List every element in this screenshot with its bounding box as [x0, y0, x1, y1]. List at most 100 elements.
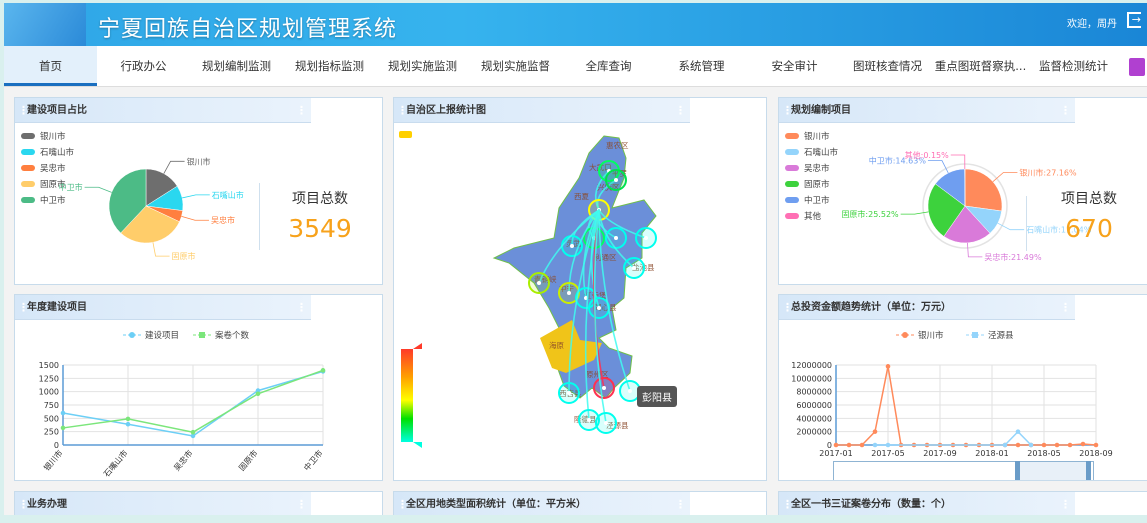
data-point: [1054, 442, 1060, 448]
x-tick-label: 2018-09: [1079, 449, 1112, 458]
logout-icon[interactable]: →: [1127, 12, 1141, 28]
pie-label-line: [152, 242, 170, 257]
app-title: 宁夏回族自治区规划管理系统: [98, 17, 398, 42]
x-tick-label: 中卫市: [301, 448, 324, 473]
pie-label: 其他:0.15%: [905, 150, 950, 160]
welcome-text: 欢迎，周丹: [1067, 19, 1117, 30]
pie-label: 吴忠市: [211, 215, 235, 225]
legend-label: 泾源县: [988, 331, 1014, 341]
data-point: [1067, 442, 1073, 448]
total-value: 670: [1065, 214, 1113, 243]
nav-item[interactable]: 规划指标监测: [283, 46, 376, 86]
legend-label: 案卷个数: [215, 330, 250, 341]
total-label: 项目总数: [1061, 191, 1117, 207]
data-point: [846, 442, 852, 448]
pie-label-line: [950, 154, 966, 170]
datazoom-handle-right[interactable]: [1086, 461, 1091, 480]
legend-marker: [972, 332, 978, 338]
pie-label: 银川市:27.16%: [1019, 167, 1077, 177]
nav-item[interactable]: 全库查询: [562, 46, 655, 86]
data-point: [1015, 429, 1021, 434]
visual-map-handle-top[interactable]: [413, 343, 422, 349]
map-place-label: 惠农区: [606, 140, 629, 150]
pie-label: 中卫市: [59, 182, 83, 192]
data-point: [60, 425, 66, 431]
y-tick-label: 10000000: [791, 374, 832, 383]
marker-center: [602, 386, 606, 390]
y-tick-label: 2000000: [796, 428, 832, 437]
legend-label: 建设项目: [145, 330, 179, 341]
nav-item[interactable]: 规划实施监督: [469, 46, 562, 86]
visual-map-bar[interactable]: [401, 349, 413, 442]
nav-item[interactable]: 规划编制监测: [190, 46, 283, 86]
legend-marker: [902, 332, 908, 338]
pie-label-line: [927, 160, 949, 174]
trend-line-chart: 0200000040000006000000800000010000000120…: [791, 330, 1112, 458]
x-tick-label: 石嘴山市: [101, 448, 129, 479]
data-point: [1041, 442, 1047, 448]
panel-investment-trend: 总投资金额趋势统计（单位：万元） 02000000400000060000008…: [778, 294, 1147, 481]
y-tick-label: 1500: [39, 361, 59, 370]
project-total: 项目总数 670: [1041, 188, 1137, 243]
x-tick-label: 固原市: [236, 448, 259, 473]
data-point: [1015, 442, 1021, 448]
marker-center: [567, 391, 571, 395]
nav-item[interactable]: 重点图斑督察执...: [934, 46, 1027, 86]
data-point: [1002, 442, 1008, 448]
data-point: [125, 416, 131, 422]
shirt-icon[interactable]: [1129, 58, 1145, 76]
y-tick-label: 750: [44, 401, 59, 410]
pie-slice: [964, 168, 1003, 212]
legend-label: 银川市: [918, 330, 944, 341]
datazoom-handle-left[interactable]: [1015, 461, 1020, 480]
x-tick-label: 2018-01: [975, 449, 1008, 458]
x-tick-label: 2017-09: [923, 449, 956, 458]
map-place-label: 西夏: [574, 192, 589, 201]
data-point: [320, 368, 326, 373]
nav-item[interactable]: 监督检测统计: [1027, 46, 1120, 86]
nav-item[interactable]: 安全审计: [748, 46, 841, 86]
data-point: [125, 421, 131, 427]
data-point: [1080, 441, 1086, 447]
pie-label: 固原市: [172, 251, 196, 261]
total-label: 项目总数: [292, 191, 348, 207]
total-value: 3549: [288, 214, 352, 243]
datazoom-selected-range[interactable]: [1016, 462, 1088, 480]
visual-map-handle-bottom[interactable]: [413, 442, 422, 448]
nav-item[interactable]: 系统管理: [655, 46, 748, 86]
panel-certificates: 全区一书三证案卷分布（数量：个）: [778, 491, 1147, 515]
nav-item[interactable]: 图斑核查情况: [841, 46, 934, 86]
legend-marker: [199, 332, 205, 338]
data-point: [872, 442, 878, 448]
y-tick-label: 12000000: [791, 361, 832, 370]
nav-item[interactable]: 规划实施监测: [376, 46, 469, 86]
x-tick-label: 银川市: [41, 448, 64, 473]
pie-label: 石嘴山市: [212, 190, 244, 200]
nav-item[interactable]: 行政办公: [97, 46, 190, 86]
x-tick-label: 2018-05: [1027, 449, 1060, 458]
pie-label-line: [84, 186, 112, 193]
y-tick-label: 500: [44, 414, 59, 423]
ningxia-map[interactable]: 惠农区大武口平罗西夏兴庆区灵武利通区盐池县青铜峡同心县红寺堡中宁海原原州区西吉县…: [394, 98, 767, 481]
pie-label: 固原市:25.52%: [841, 209, 899, 219]
main-nav: 首页 行政办公 规划编制监测 规划指标监测 规划实施监测 规划实施监督 全库查询 系统管理 安全…: [4, 46, 1147, 87]
x-tick-label: 2017-05: [871, 449, 904, 458]
panel-report-map: 自治区上报统计图 惠农区大武口平罗西夏兴庆区灵武利通区盐池县青铜峡同心县红寺堡中…: [393, 97, 767, 481]
data-point: [60, 410, 66, 416]
datazoom-slider[interactable]: [833, 461, 1094, 480]
y-tick-label: 6000000: [796, 401, 832, 410]
map-place-label: 海原: [549, 340, 564, 350]
legend-marker: [129, 332, 135, 338]
panel-title: 全区一书三证案卷分布（数量：个）: [779, 492, 1075, 515]
panel-land-area: 全区用地类型面积统计（单位：平方米）: [393, 491, 767, 515]
y-tick-label: 1000: [39, 388, 59, 397]
pie-label-line: [163, 160, 185, 174]
nav-item[interactable]: 首页: [4, 46, 97, 86]
app-window: 宁夏回族自治区规划管理系统 欢迎，周丹 → 首页 行政办公 规划编制监测 规划指标监测…: [4, 3, 1147, 515]
panel-construction-share: 建设项目占比 银川市石嘴山市吴忠市固原市中卫市 银川市石嘴山市吴忠市固原市中卫市…: [14, 97, 383, 285]
data-point: [1028, 442, 1034, 448]
panel-business: 业务办理: [14, 491, 383, 515]
data-point: [255, 391, 261, 397]
header: 宁夏回族自治区规划管理系统 欢迎，周丹 →: [4, 3, 1147, 46]
pie-label-line: [181, 215, 209, 221]
